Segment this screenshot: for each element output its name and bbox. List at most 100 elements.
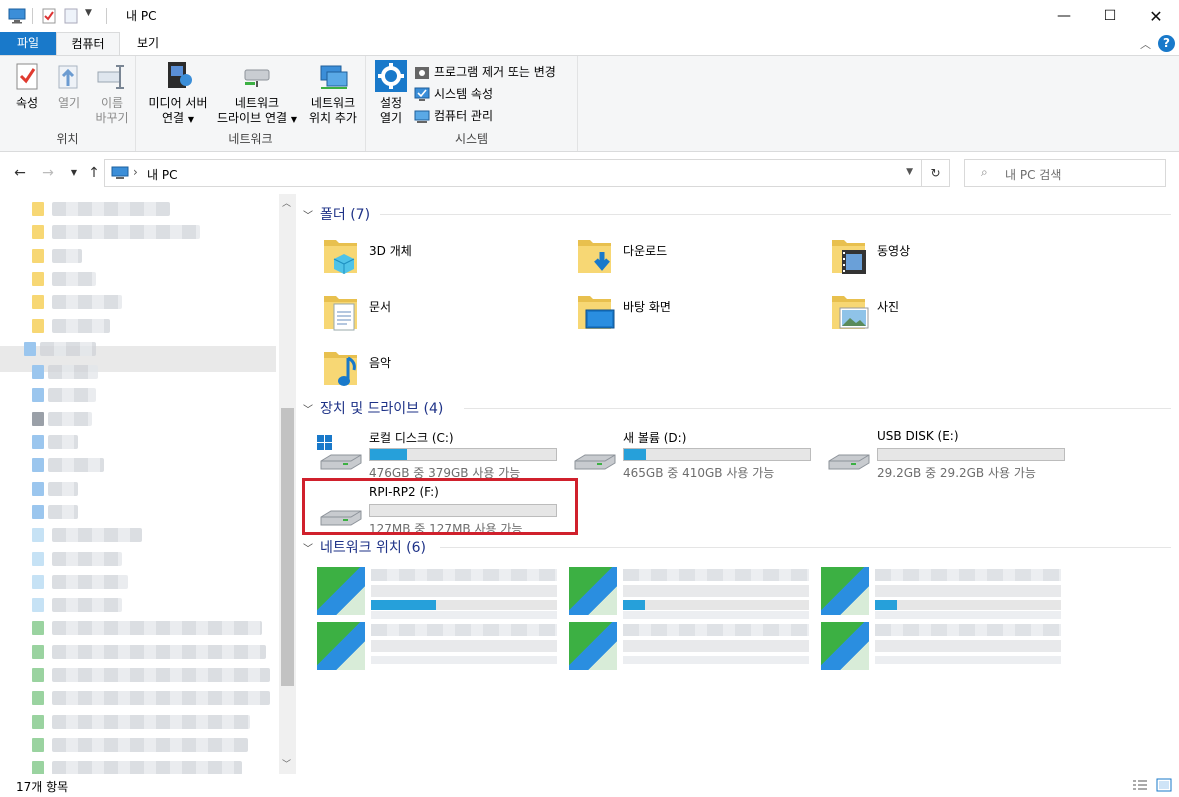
drive-item[interactable]: USB DISK (E:) 29.2GB 중 29.2GB 사용 가능 bbox=[823, 427, 1073, 480]
map-network-drive-button[interactable]: 네트워크 드라이브 연결 ▼ bbox=[214, 60, 300, 127]
ribbon-group-location: 속성 열기 이름 바꾸기 위치 bbox=[0, 56, 136, 151]
redacted-nav-item[interactable] bbox=[48, 435, 78, 449]
recent-locations-icon[interactable]: ▼ bbox=[64, 164, 84, 182]
redacted-nav-item[interactable] bbox=[52, 248, 82, 263]
search-box[interactable]: ⌕ 내 PC 검색 bbox=[964, 159, 1166, 187]
system-properties-button[interactable]: 시스템 속성 bbox=[414, 84, 493, 104]
rename-label-2: 바꾸기 bbox=[95, 111, 129, 125]
redacted-nav-item[interactable] bbox=[48, 481, 78, 496]
section-network[interactable]: ﹀ 네트워크 위치 (6) bbox=[300, 537, 1171, 557]
hard-drive-icon bbox=[574, 454, 616, 470]
scroll-down-icon[interactable]: ﹀ bbox=[282, 757, 291, 770]
network-location-item[interactable] bbox=[315, 565, 565, 619]
chevron-down-icon[interactable]: ﹀ bbox=[300, 401, 316, 416]
redacted-nav-icon bbox=[32, 737, 44, 752]
redacted-nav-item[interactable] bbox=[48, 458, 104, 473]
ribbon-group-label: 네트워크 bbox=[228, 132, 273, 146]
refresh-button[interactable]: ↻ bbox=[922, 159, 950, 187]
redacted-nav-item[interactable] bbox=[52, 761, 242, 774]
forward-arrow-icon[interactable]: → bbox=[38, 164, 58, 182]
network-location-item[interactable] bbox=[819, 620, 1069, 672]
section-drives[interactable]: ﹀ 장치 및 드라이브 (4) bbox=[300, 398, 1171, 418]
computer-management-button[interactable]: 컴퓨터 관리 bbox=[414, 106, 493, 126]
close-button[interactable]: ✕ bbox=[1133, 0, 1179, 32]
network-location-icon bbox=[569, 567, 617, 615]
ribbon-group-network: 미디어 서버 연결 ▼ 네트워크 드라이브 연결 ▼ 네트워크 위치 추가 네트… bbox=[136, 56, 366, 151]
rename-button[interactable]: 이름 바꾸기 bbox=[90, 60, 134, 126]
back-arrow-icon[interactable]: ← bbox=[10, 164, 30, 182]
folder-item[interactable]: 문서 bbox=[320, 288, 570, 338]
open-button[interactable]: 열기 bbox=[50, 60, 88, 111]
folder-item[interactable]: 3D 개체 bbox=[320, 232, 570, 282]
redacted-nav-item[interactable] bbox=[48, 388, 96, 403]
redacted-nav-item[interactable] bbox=[48, 411, 92, 426]
redacted-nav-item[interactable] bbox=[52, 714, 250, 729]
folder-item[interactable]: 사진 bbox=[828, 288, 1078, 338]
large-icons-view-icon[interactable] bbox=[1156, 778, 1172, 792]
drive-item[interactable]: 새 볼륨 (D:) 465GB 중 410GB 사용 가능 bbox=[569, 427, 819, 480]
redacted-nav-item[interactable] bbox=[52, 644, 266, 659]
redacted-nav-item[interactable] bbox=[52, 551, 122, 566]
network-location-item[interactable] bbox=[819, 565, 1069, 619]
redacted-nav-item[interactable] bbox=[52, 737, 248, 752]
redacted-nav-item[interactable] bbox=[48, 365, 98, 380]
drive-item[interactable]: 로컬 디스크 (C:) 476GB 중 379GB 사용 가능 bbox=[315, 427, 565, 480]
up-arrow-icon[interactable]: ↑ bbox=[84, 164, 104, 182]
redacted-nav-item[interactable] bbox=[48, 504, 78, 519]
help-icon[interactable]: ? bbox=[1158, 35, 1175, 52]
media-server-icon bbox=[168, 62, 192, 88]
section-folders[interactable]: ﹀ 폴더 (7) bbox=[300, 204, 1171, 224]
redacted-nav-item[interactable] bbox=[52, 225, 200, 240]
redacted-nav-item[interactable] bbox=[52, 598, 122, 613]
network-location-item[interactable] bbox=[567, 565, 817, 619]
redacted-nav-item[interactable] bbox=[52, 668, 270, 682]
redacted-nav-item[interactable] bbox=[52, 271, 96, 286]
scrollbar-thumb[interactable] bbox=[281, 408, 294, 686]
scroll-up-icon[interactable]: ︿ bbox=[282, 196, 291, 209]
folder-label: 바탕 화면 bbox=[623, 300, 671, 314]
redacted-nav-item[interactable] bbox=[52, 318, 110, 333]
tab-computer[interactable]: 컴퓨터 bbox=[56, 32, 120, 56]
media-server-button[interactable]: 미디어 서버 연결 ▼ bbox=[142, 60, 214, 127]
navigation-pane[interactable] bbox=[0, 194, 296, 774]
redacted-nav-item[interactable] bbox=[52, 574, 128, 589]
redacted-nav-item[interactable] bbox=[52, 691, 270, 706]
redacted-nav-icon bbox=[24, 341, 36, 356]
nav-scrollbar[interactable]: ︿ ﹀ bbox=[279, 194, 296, 774]
folder-item[interactable]: 동영상 bbox=[828, 232, 1078, 282]
redacted-nav-item[interactable] bbox=[40, 341, 96, 356]
collapse-ribbon-icon[interactable]: ︿ bbox=[1140, 36, 1151, 52]
redacted-network-info bbox=[371, 656, 557, 664]
uninstall-button[interactable]: 프로그램 제거 또는 변경 bbox=[414, 62, 556, 82]
properties-button[interactable]: 속성 bbox=[8, 60, 46, 111]
search-input[interactable]: 내 PC 검색 bbox=[1005, 166, 1061, 183]
tab-file[interactable]: 파일 bbox=[0, 32, 56, 56]
address-bar[interactable]: › 내 PC ▼ bbox=[104, 159, 922, 187]
redacted-nav-item[interactable] bbox=[52, 528, 142, 543]
network-location-item[interactable] bbox=[567, 620, 817, 672]
folder-item[interactable]: 바탕 화면 bbox=[574, 288, 824, 338]
settings-gear-icon bbox=[375, 60, 407, 92]
network-location-item[interactable] bbox=[315, 620, 565, 672]
chevron-down-icon[interactable]: ﹀ bbox=[300, 207, 316, 222]
folder-item[interactable]: 음악 bbox=[320, 344, 570, 394]
add-network-location-button[interactable]: 네트워크 위치 추가 bbox=[302, 60, 364, 126]
minimize-button[interactable]: — bbox=[1041, 0, 1087, 32]
breadcrumb[interactable]: 내 PC bbox=[147, 166, 177, 183]
chevron-down-icon[interactable]: ﹀ bbox=[300, 540, 316, 555]
maximize-button[interactable]: ☐ bbox=[1087, 0, 1133, 32]
redacted-nav-item[interactable] bbox=[52, 621, 262, 636]
redacted-nav-item[interactable] bbox=[52, 295, 122, 310]
music-folder-icon bbox=[324, 352, 357, 386]
open-settings-button[interactable]: 설정 열기 bbox=[372, 60, 410, 126]
tab-view[interactable]: 보기 bbox=[120, 32, 176, 56]
breadcrumb-separator-icon[interactable]: › bbox=[133, 165, 138, 179]
properties-icon[interactable] bbox=[42, 8, 56, 24]
customize-toolbar-icon[interactable]: ▼ bbox=[85, 8, 92, 24]
address-dropdown-icon[interactable]: ▼ bbox=[906, 167, 913, 177]
folder-item[interactable]: 다운로드 bbox=[574, 232, 824, 282]
redacted-nav-item[interactable] bbox=[52, 202, 170, 216]
media-server-label-2: 연결 bbox=[161, 111, 185, 125]
details-view-icon[interactable] bbox=[1132, 779, 1148, 793]
new-folder-icon[interactable] bbox=[64, 8, 78, 24]
